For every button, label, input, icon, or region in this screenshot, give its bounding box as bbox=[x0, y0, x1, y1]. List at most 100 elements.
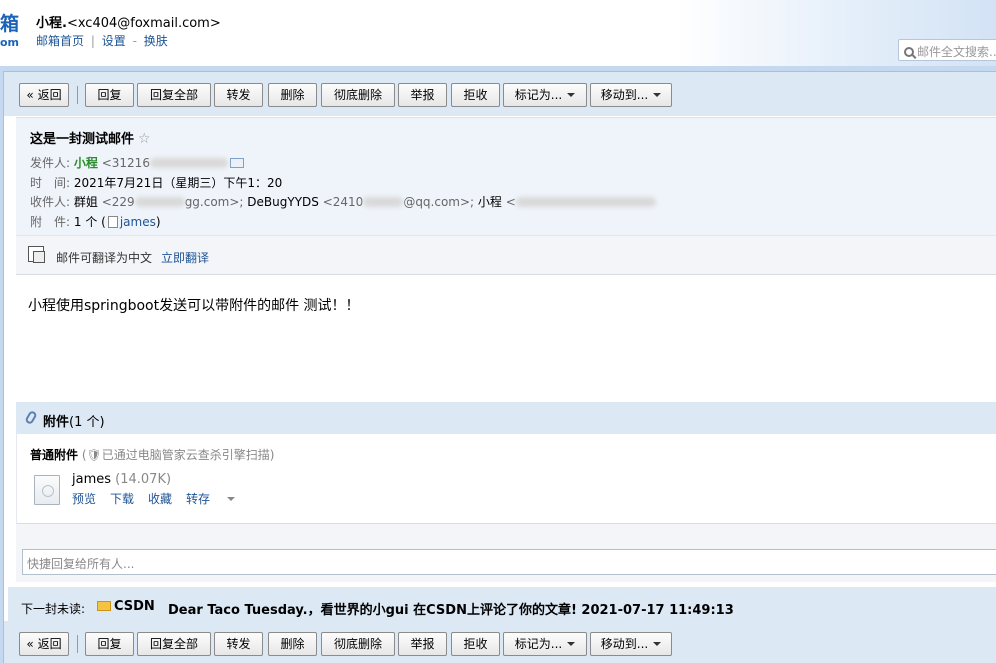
move-to-dropdown[interactable]: 移动到... bbox=[590, 83, 672, 107]
recipient-1-address-tail: gg.com>; bbox=[184, 195, 248, 209]
attachment-file-name[interactable]: james bbox=[72, 472, 111, 487]
delete-button[interactable]: 删除 bbox=[268, 83, 317, 107]
recipient-2-name[interactable]: DeBugYYDS bbox=[247, 195, 319, 209]
account-info: 小程.<xc404@foxmail.com> bbox=[36, 12, 221, 31]
redacted-text bbox=[149, 158, 228, 168]
mail-body: 小程使用springboot发送可以带附件的邮件 测试！！ bbox=[28, 298, 360, 314]
recipient-2-address: <2410 bbox=[322, 195, 364, 209]
mail-view: « 返回 回复 回复全部 转发 删除 彻底删除 举报 拒收 标记为... 移动到… bbox=[3, 71, 996, 663]
paperclip-icon bbox=[24, 409, 38, 426]
attachment-type: 普通附件 (🛡已通过电脑管家云查杀引擎扫描) bbox=[30, 446, 274, 463]
mark-as-label: 标记为... bbox=[514, 88, 563, 102]
recipient-label: 收件人: bbox=[30, 195, 71, 209]
chevron-down-icon bbox=[567, 93, 576, 97]
recipient-3-address: < bbox=[505, 195, 516, 209]
quick-reply-input[interactable]: 快捷回复给所有人... bbox=[22, 549, 996, 575]
chevron-down-icon bbox=[653, 93, 662, 97]
chevron-down-icon bbox=[227, 497, 236, 501]
forward-button[interactable]: 转发 bbox=[214, 83, 263, 107]
reply-button[interactable]: 回复 bbox=[85, 83, 134, 107]
attachments-title: 附件(1 个) bbox=[43, 411, 105, 430]
time-value: 2021年7月21日（星期三）下午1：20 bbox=[73, 176, 283, 190]
next-unread-subject[interactable]: Dear Taco Tuesday.，看世界的小gui 在CSDN上评论了你的文… bbox=[168, 599, 734, 618]
logo[interactable]: 箱 bbox=[0, 13, 19, 35]
settings-link[interactable]: 设置 bbox=[102, 34, 126, 48]
logo-sub: om bbox=[0, 36, 20, 49]
reply-all-button[interactable]: 回复全部 bbox=[137, 632, 211, 656]
recipient-2-address-tail: @qq.com>; bbox=[403, 195, 478, 209]
attachments-header: 附件(1 个) bbox=[16, 402, 996, 434]
preview-link[interactable]: 预览 bbox=[72, 492, 96, 506]
attachments-count: (1 个) bbox=[69, 415, 105, 430]
toolbar-divider bbox=[77, 86, 78, 104]
mail-header: 这是一封测试邮件 ☆ 发件人: 小程 <31216 时 间: 2021年7月21日… bbox=[16, 117, 996, 235]
back-button[interactable]: « 返回 bbox=[19, 632, 69, 656]
skin-link[interactable]: 换肤 bbox=[144, 34, 168, 48]
delete-permanent-button[interactable]: 彻底删除 bbox=[321, 83, 395, 107]
recipient-1-name[interactable]: 群姐 bbox=[74, 195, 98, 209]
attachment-file: james (14.07K) bbox=[72, 472, 171, 487]
reject-button[interactable]: 拒收 bbox=[451, 83, 500, 107]
scan-note: (🛡已通过电脑管家云查杀引擎扫描) bbox=[81, 448, 275, 462]
next-unread-label: 下一封未读: bbox=[21, 602, 86, 616]
save-to-link[interactable]: 转存 bbox=[186, 492, 249, 506]
bottom-toolbar: « 返回 回复 回复全部 转发 删除 彻底删除 举报 拒收 标记为... 移动到… bbox=[4, 621, 996, 663]
reject-button[interactable]: 拒收 bbox=[451, 632, 500, 656]
redacted-text bbox=[515, 197, 656, 207]
next-unread-bar: 下一封未读: CSDN Dear Taco Tuesday.，看世界的小gui … bbox=[8, 587, 996, 621]
move-to-label: 移动到... bbox=[600, 88, 649, 102]
attachment-file-size: (14.07K) bbox=[115, 472, 172, 487]
attachments-box: 普通附件 (🛡已通过电脑管家云查杀引擎扫描) james (14.07K) 预览… bbox=[16, 434, 996, 524]
main-frame: « 返回 回复 回复全部 转发 删除 彻底删除 举报 拒收 标记为... 移动到… bbox=[0, 66, 996, 663]
search-input[interactable]: 邮件全文搜索... bbox=[898, 39, 996, 61]
toolbar-divider bbox=[77, 635, 78, 653]
header-links: 邮箱首页 | 设置 - 换肤 bbox=[36, 32, 168, 49]
attachment-row: 附 件: 1 个 ( james) bbox=[30, 213, 161, 230]
account-name: 小程. bbox=[36, 16, 67, 31]
move-to-dropdown[interactable]: 移动到... bbox=[590, 632, 672, 656]
mark-as-label: 标记为... bbox=[514, 637, 563, 651]
top-header: 箱 om 小程.<xc404@foxmail.com> 邮箱首页 | 设置 - … bbox=[0, 0, 996, 66]
contact-card-icon[interactable] bbox=[229, 158, 244, 168]
translate-now-link[interactable]: 立即翻译 bbox=[161, 249, 209, 266]
attachment-link[interactable]: james bbox=[120, 215, 156, 229]
attachment-close-paren: ) bbox=[155, 215, 161, 229]
reply-button[interactable]: 回复 bbox=[85, 632, 134, 656]
file-icon bbox=[107, 216, 118, 228]
recipient-row: 收件人: 群姐 <229 gg.com>; DeBugYYDS <2410 @qq.… bbox=[30, 193, 656, 210]
next-unread-sender[interactable]: CSDN bbox=[114, 599, 155, 614]
recipient-1-address: <229 bbox=[101, 195, 135, 209]
report-button[interactable]: 举报 bbox=[398, 632, 447, 656]
move-to-label: 移动到... bbox=[600, 637, 649, 651]
favorite-link[interactable]: 收藏 bbox=[148, 492, 172, 506]
mailbox-home-link[interactable]: 邮箱首页 bbox=[36, 34, 84, 48]
delete-button[interactable]: 删除 bbox=[268, 632, 317, 656]
translate-icon bbox=[28, 246, 45, 263]
top-toolbar: « 返回 回复 回复全部 转发 删除 彻底删除 举报 拒收 标记为... 移动到… bbox=[4, 72, 996, 116]
account-email: <xc404@foxmail.com> bbox=[66, 16, 221, 31]
attachment-file-icon[interactable] bbox=[34, 475, 60, 505]
attachments-title-text: 附件 bbox=[43, 415, 70, 430]
attachment-type-label: 普通附件 bbox=[30, 448, 79, 462]
time-row: 时 间: 2021年7月21日（星期三）下午1：20 bbox=[30, 174, 282, 191]
attachment-count: 1 个 ( bbox=[73, 215, 106, 229]
subject-text: 这是一封测试邮件 bbox=[30, 132, 135, 147]
mark-as-dropdown[interactable]: 标记为... bbox=[503, 83, 587, 107]
recipient-3-name[interactable]: 小程 bbox=[478, 195, 502, 209]
time-label: 时 间: bbox=[30, 176, 71, 190]
search-placeholder: 邮件全文搜索... bbox=[917, 45, 996, 59]
delete-permanent-button[interactable]: 彻底删除 bbox=[321, 632, 395, 656]
back-button[interactable]: « 返回 bbox=[19, 83, 69, 107]
attachment-actions: 预览 下载 收藏 转存 bbox=[72, 490, 249, 507]
redacted-text bbox=[134, 197, 185, 207]
forward-button[interactable]: 转发 bbox=[214, 632, 263, 656]
sender-name[interactable]: 小程 bbox=[74, 156, 98, 170]
report-button[interactable]: 举报 bbox=[398, 83, 447, 107]
star-icon[interactable]: ☆ bbox=[138, 131, 151, 147]
attachment-label: 附 件: bbox=[30, 215, 71, 229]
translate-text: 邮件可翻译为中文 bbox=[56, 251, 153, 265]
download-link[interactable]: 下载 bbox=[110, 492, 134, 506]
reply-all-button[interactable]: 回复全部 bbox=[137, 83, 211, 107]
chevron-down-icon bbox=[653, 642, 662, 646]
mark-as-dropdown[interactable]: 标记为... bbox=[503, 632, 587, 656]
